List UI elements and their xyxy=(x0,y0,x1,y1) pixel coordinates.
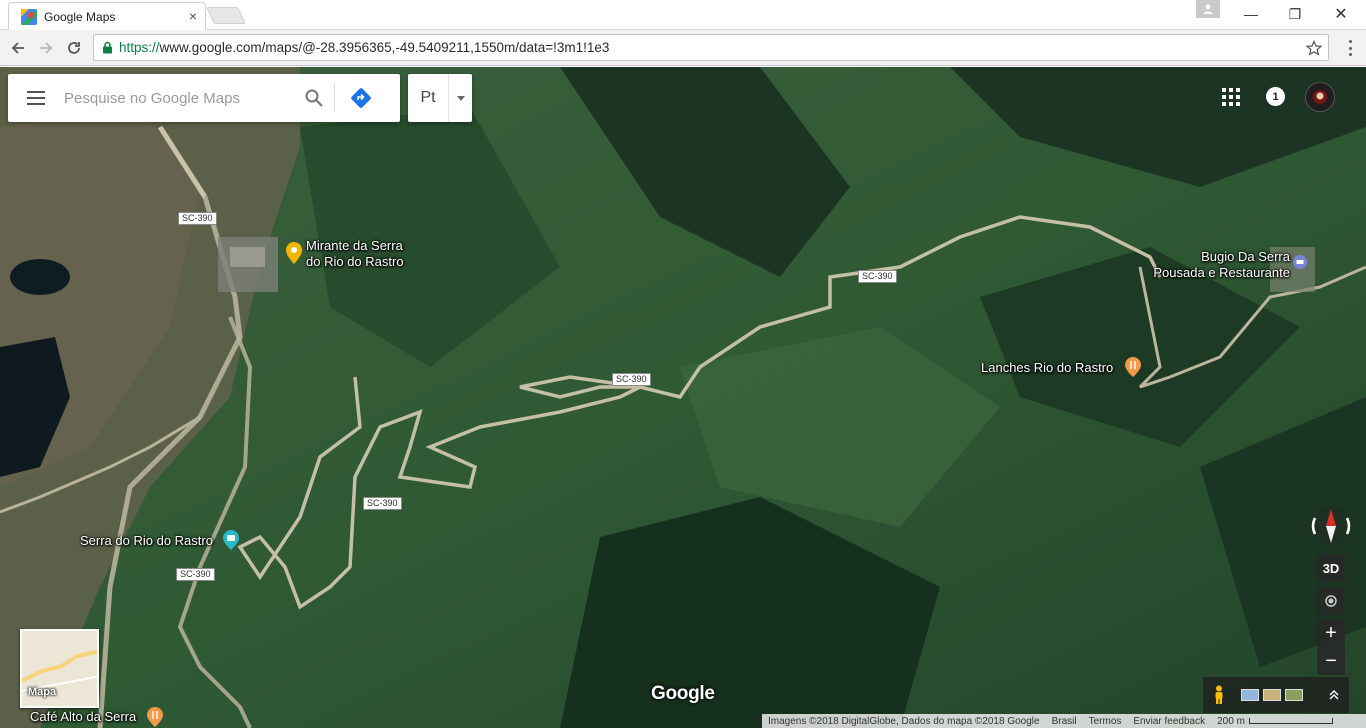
satellite-map[interactable]: Pt 1 Mirante da Serra do Rio do Rastro B… xyxy=(0,67,1366,728)
browser-toolbar: https://www.google.com/maps/@-28.3956365… xyxy=(0,30,1366,66)
cafe-pin-icon[interactable] xyxy=(147,707,163,727)
lodging-pin-icon[interactable] xyxy=(1292,254,1308,272)
restore-button[interactable]: ❐ xyxy=(1272,0,1318,28)
scale-bar[interactable]: 200 m xyxy=(1211,716,1339,727)
map-type-toggle[interactable]: Mapa xyxy=(20,629,99,708)
layer-thumb-terrain[interactable] xyxy=(1263,689,1281,701)
place-label-bugio-line2: Pousada e Restaurante xyxy=(1153,265,1290,280)
viewpoint-pin-icon[interactable] xyxy=(286,242,302,264)
arrow-left-icon xyxy=(11,42,24,54)
search-box xyxy=(8,74,400,122)
map-type-label: Mapa xyxy=(28,686,57,698)
attribution-text: Imagens ©2018 DigitalGlobe, Dados do map… xyxy=(768,715,1040,727)
browser-tab-bar: Google Maps × — ❐ ✕ xyxy=(0,0,1366,30)
restaurant-pin-icon[interactable] xyxy=(1125,357,1141,377)
reload-icon xyxy=(68,42,80,54)
address-bar[interactable]: https://www.google.com/maps/@-28.3956365… xyxy=(93,34,1329,61)
place-label-mirante[interactable]: Mirante da Serra do Rio do Rastro xyxy=(306,238,404,270)
back-button[interactable] xyxy=(6,36,30,60)
search-input[interactable] xyxy=(64,89,294,107)
scale-label: 200 m xyxy=(1217,715,1245,727)
account-avatar[interactable] xyxy=(1305,82,1335,112)
tilt-3d-button[interactable]: 3D xyxy=(1317,554,1345,582)
directions-icon[interactable] xyxy=(335,74,387,122)
profile-icon[interactable] xyxy=(1196,0,1220,18)
arrow-right-icon xyxy=(40,42,53,54)
google-maps-favicon-icon xyxy=(21,8,37,25)
attraction-pin-icon[interactable] xyxy=(223,530,239,550)
bookmark-star-icon[interactable] xyxy=(1306,40,1322,56)
place-label-mirante-line1: Mirante da Serra xyxy=(306,238,403,253)
place-label-mirante-line2: do Rio do Rastro xyxy=(306,254,404,269)
pegman-icon[interactable] xyxy=(1203,685,1235,705)
place-label-lanches[interactable]: Lanches Rio do Rastro xyxy=(981,360,1113,376)
satellite-imagery xyxy=(0,67,1366,728)
zoom-out-button[interactable]: − xyxy=(1317,647,1345,675)
country-link[interactable]: Brasil xyxy=(1046,716,1083,727)
compass-icon[interactable] xyxy=(1309,504,1353,548)
close-window-button[interactable]: ✕ xyxy=(1318,0,1364,28)
place-label-bugio-line1: Bugio Da Serra xyxy=(1201,249,1290,264)
reload-button[interactable] xyxy=(62,36,86,60)
language-selector[interactable]: Pt xyxy=(408,74,472,122)
place-label-serra[interactable]: Serra do Rio do Rastro xyxy=(80,533,213,549)
road-label-sc390: SC-390 xyxy=(612,373,651,386)
place-label-bugio[interactable]: Bugio Da Serra Pousada e Restaurante xyxy=(1144,249,1290,281)
feedback-link[interactable]: Enviar feedback xyxy=(1127,716,1211,727)
minimize-button[interactable]: — xyxy=(1228,0,1274,28)
forward-button[interactable] xyxy=(34,36,58,60)
zoom-in-button[interactable]: + xyxy=(1317,619,1345,647)
road-label-sc390: SC-390 xyxy=(176,568,215,581)
road-label-sc390: SC-390 xyxy=(178,212,217,225)
google-apps-icon[interactable] xyxy=(1222,88,1240,106)
road-label-sc390: SC-390 xyxy=(858,270,897,283)
close-tab-icon[interactable]: × xyxy=(189,9,197,23)
menu-icon[interactable] xyxy=(8,74,64,122)
map-footer: Imagens ©2018 DigitalGlobe, Dados do map… xyxy=(762,714,1366,728)
caret-down-icon xyxy=(449,95,472,101)
layer-thumb-satellite[interactable] xyxy=(1285,689,1303,701)
place-label-cafe[interactable]: Café Alto da Serra xyxy=(30,709,136,725)
layers-bar xyxy=(1203,677,1349,713)
url-text: www.google.com/maps/@-28.3956365,-49.540… xyxy=(159,40,610,55)
tab-title: Google Maps xyxy=(44,9,116,24)
layer-thumb-transit[interactable] xyxy=(1241,689,1259,701)
language-label: Pt xyxy=(420,89,436,106)
expand-layers-icon[interactable] xyxy=(1319,689,1349,701)
new-tab-button[interactable] xyxy=(206,7,246,24)
browser-menu-icon[interactable] xyxy=(1343,38,1357,58)
location-target-icon xyxy=(1325,595,1337,607)
my-location-button[interactable] xyxy=(1317,587,1345,615)
lock-icon xyxy=(103,41,112,54)
search-icon[interactable] xyxy=(294,74,334,122)
notification-badge[interactable]: 1 xyxy=(1266,87,1285,106)
google-logo: Google xyxy=(651,683,715,704)
terms-link[interactable]: Termos xyxy=(1083,716,1128,727)
road-label-sc390: SC-390 xyxy=(363,497,402,510)
browser-tab-google-maps[interactable]: Google Maps × xyxy=(8,2,206,30)
url-scheme: https:// xyxy=(119,40,160,55)
